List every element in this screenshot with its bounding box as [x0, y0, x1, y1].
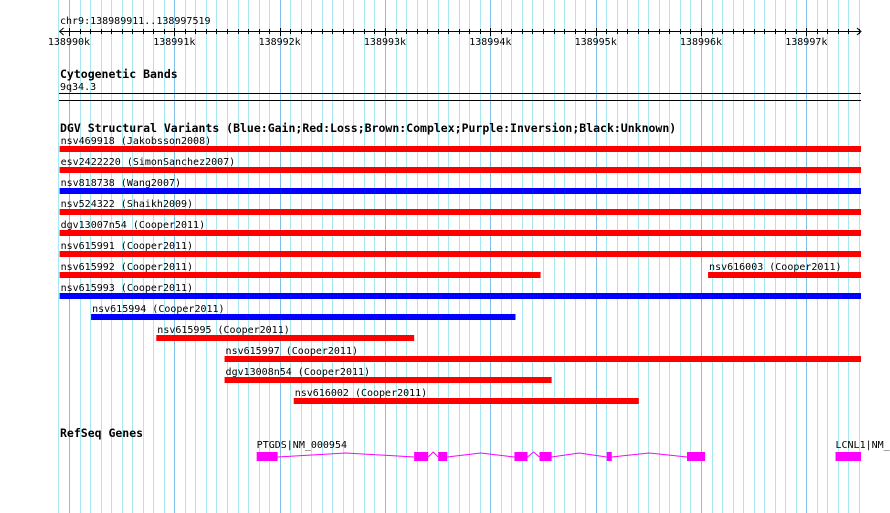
ruler-tick-label: 138994k	[469, 37, 511, 48]
variant-bar-gain	[59, 188, 862, 194]
gene-exon	[835, 452, 861, 461]
genome-browser-panel[interactable]: chr9:138989911..138997519 138990k 138991k 1…	[0, 0, 890, 513]
variant-bar-gain	[91, 314, 516, 320]
variant-bar-loss	[156, 335, 415, 341]
variant-label: nsv818738 (Wang2007)	[61, 178, 181, 189]
cytoband-label: 9q34.3	[60, 82, 96, 93]
gene-intron	[427, 451, 439, 458]
variant-label: dgv13008n54 (Cooper2011)	[226, 367, 371, 378]
variant-bar-loss	[224, 356, 861, 362]
variant-bar-loss	[59, 272, 541, 278]
variant-label: nsv616002 (Cooper2011)	[295, 388, 427, 399]
variant-label: nsv615992 (Cooper2011)	[61, 262, 193, 273]
gene-exon	[414, 452, 429, 461]
gene-intron	[277, 452, 415, 458]
variant-bar-loss	[59, 209, 862, 215]
cytoband-track-title: Cytogenetic Bands	[60, 67, 178, 81]
ruler-tick-label: 138995k	[575, 37, 617, 48]
variant-bar-gain	[59, 293, 862, 299]
gene-exon	[686, 452, 706, 461]
region-label: chr9:138989911..138997519	[60, 16, 211, 27]
gene-intron	[551, 452, 607, 458]
variant-label: nsv469918 (Jakobsson2008)	[61, 136, 212, 147]
variant-bar-loss	[59, 230, 862, 236]
gene-intron	[527, 451, 540, 458]
ruler-tick-label: 138996k	[680, 37, 722, 48]
variant-label: nsv616003 (Cooper2011)	[709, 262, 841, 273]
variant-label: nsv615991 (Cooper2011)	[61, 241, 193, 252]
variant-bar-loss	[293, 398, 639, 404]
variant-label: nsv524322 (Shaikh2009)	[61, 199, 193, 210]
gene-exon	[539, 452, 552, 461]
variant-label: nsv615993 (Cooper2011)	[61, 283, 193, 294]
ruler-tick-label: 138993k	[364, 37, 406, 48]
variant-label: nsv615997 (Cooper2011)	[226, 346, 358, 357]
variant-bar-loss	[224, 377, 552, 383]
variant-label: esv2422220 (SimonSanchez2007)	[61, 157, 236, 168]
gene-exon	[606, 452, 612, 461]
gene-exon	[438, 452, 448, 461]
variant-label: dgv13007n54 (Cooper2011)	[61, 220, 206, 231]
variant-bar-loss	[59, 146, 862, 152]
gene-intron	[611, 452, 688, 458]
variant-bar-loss	[59, 167, 862, 173]
variant-bar-loss	[708, 272, 861, 278]
variant-label: nsv615994 (Cooper2011)	[92, 304, 224, 315]
refseq-track-title: RefSeq Genes	[60, 426, 143, 440]
gene-label: LCNL1|NM_2	[836, 440, 890, 451]
variant-label: nsv615995 (Cooper2011)	[157, 325, 289, 336]
gene-exon	[256, 452, 278, 461]
ruler-tick-label: 138997k	[785, 37, 827, 48]
ruler-tick-label: 138990k	[48, 37, 90, 48]
gene-exon	[514, 452, 528, 461]
dgv-track-title: DGV Structural Variants (Blue:Gain;Red:L…	[60, 121, 676, 135]
ruler-tick-label: 138991k	[153, 37, 195, 48]
gene-label: PTGDS|NM_000954	[257, 440, 347, 451]
variant-bar-loss	[59, 251, 862, 257]
ruler-tick-label: 138992k	[259, 37, 301, 48]
